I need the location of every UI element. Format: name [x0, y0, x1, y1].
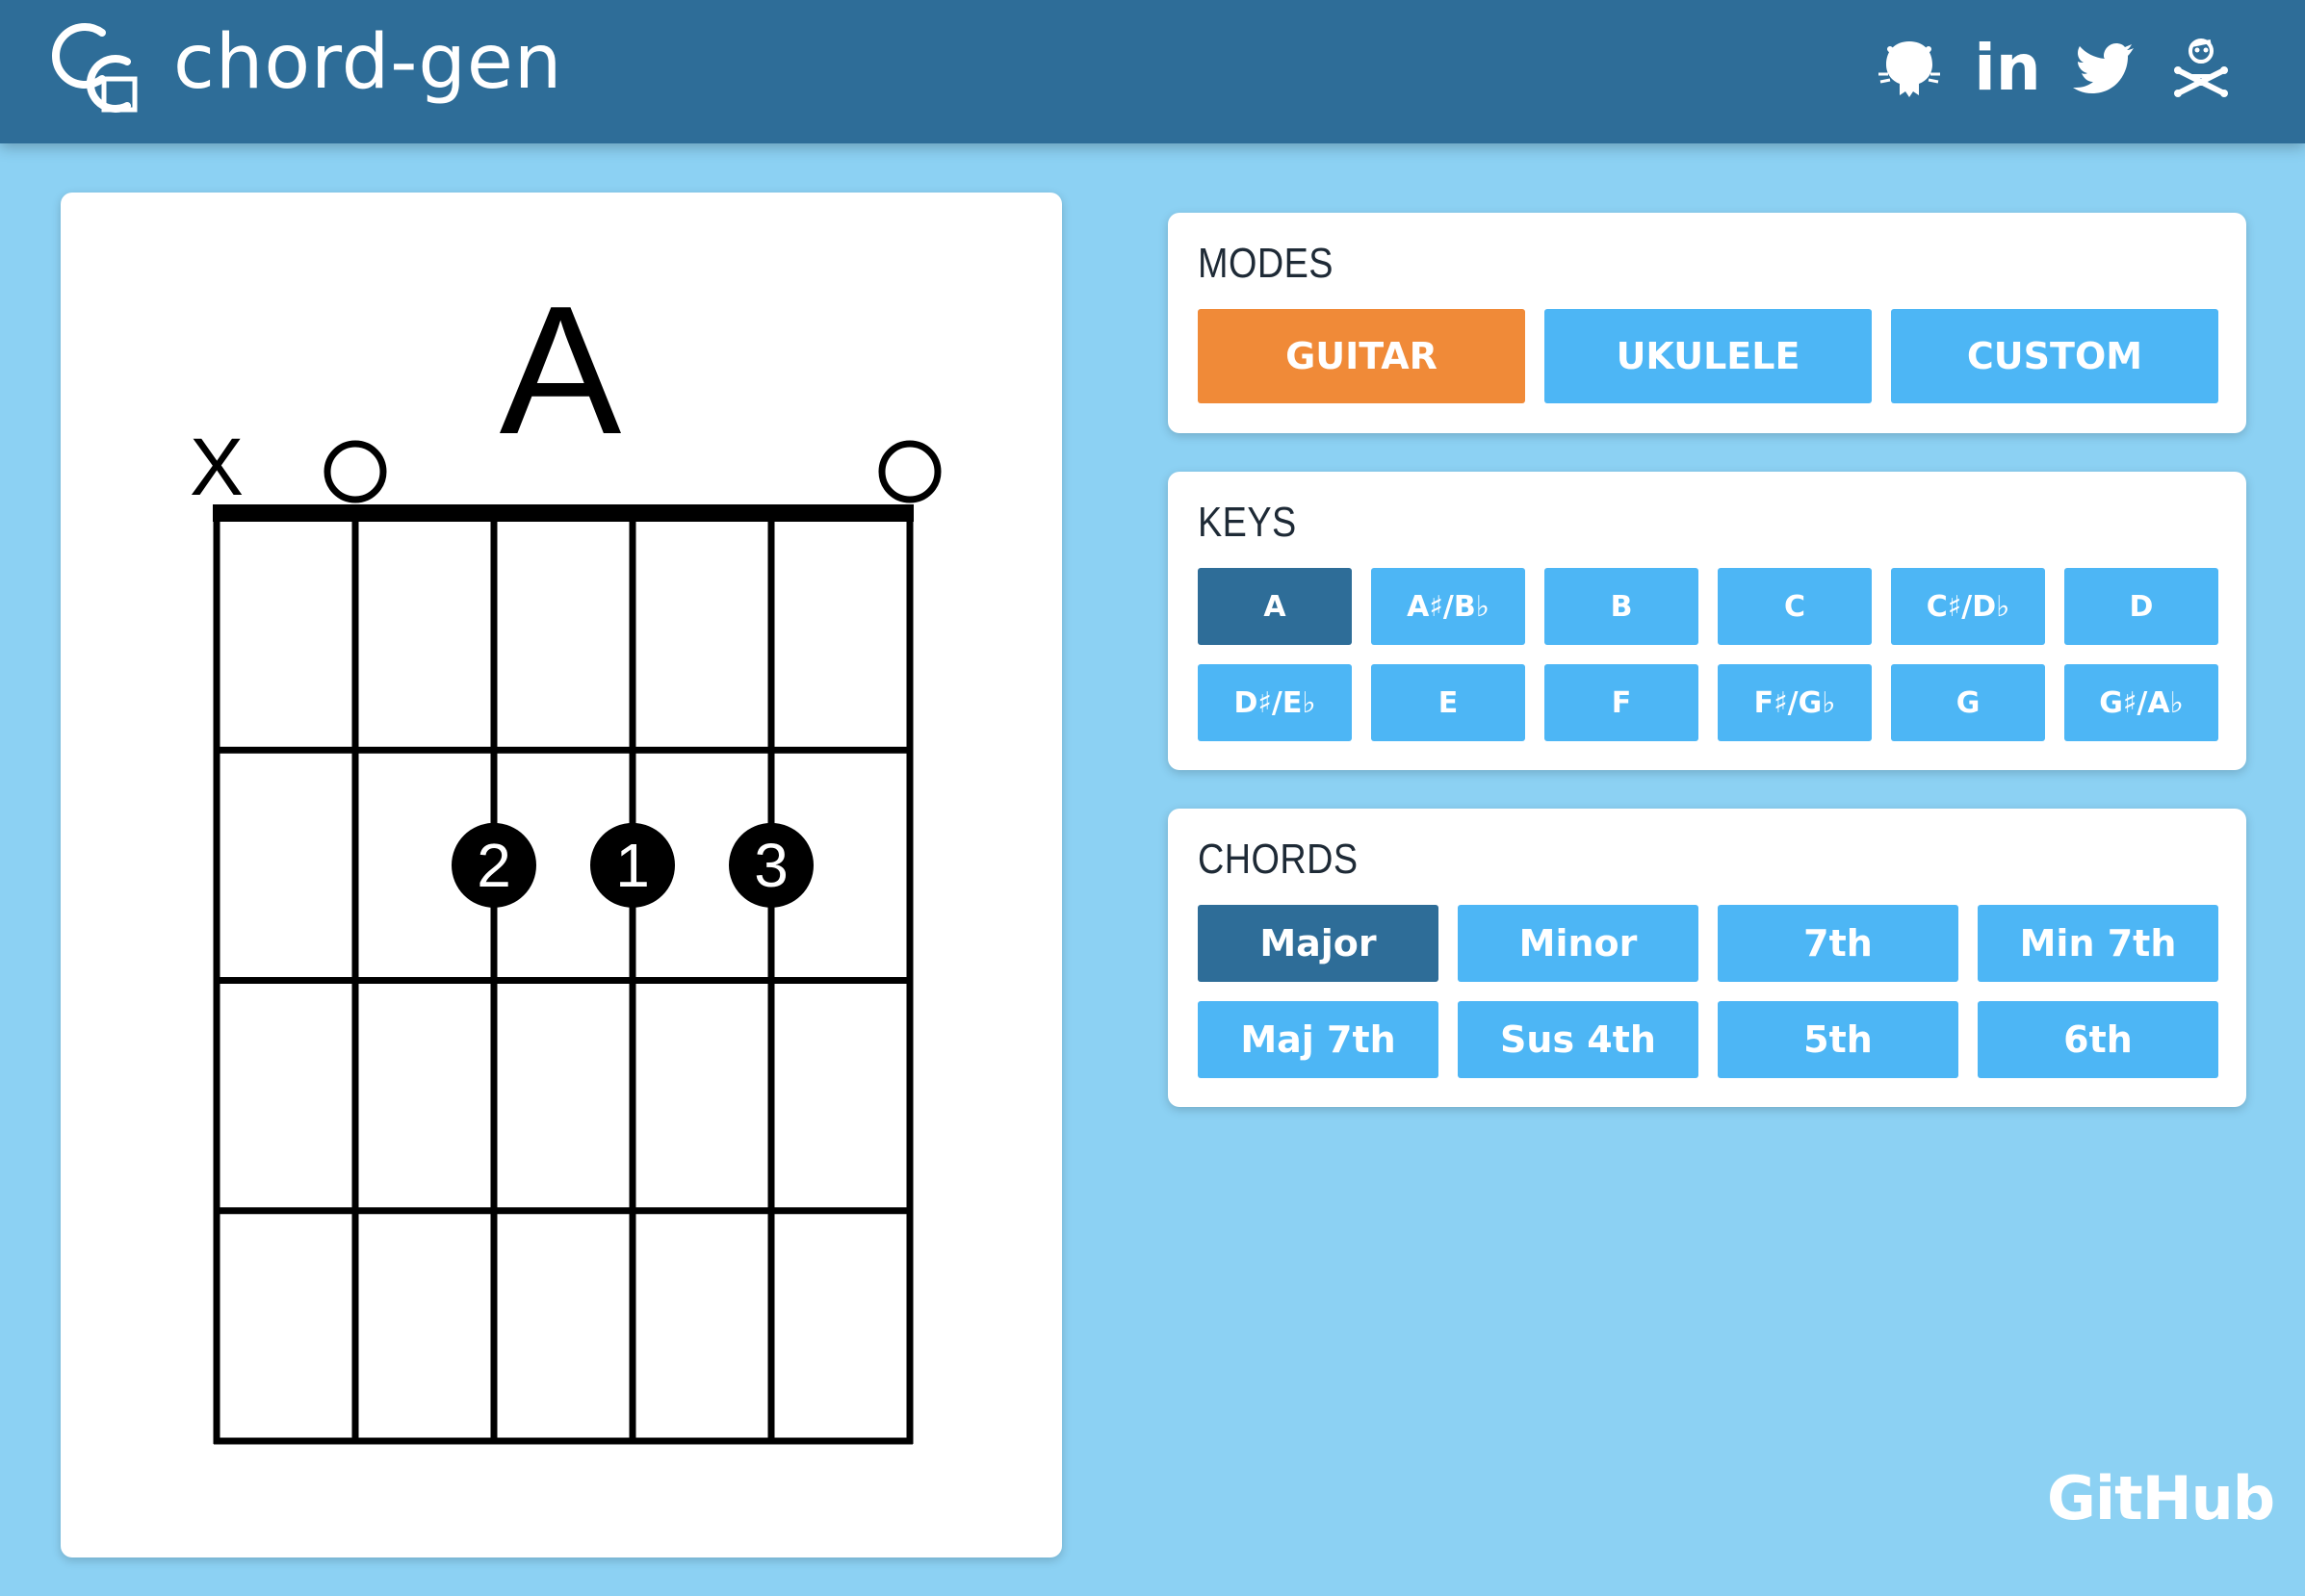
- modes-button-ukulele[interactable]: UKULELE: [1544, 309, 1872, 403]
- linkedin-icon[interactable]: in: [1974, 35, 2041, 102]
- keys-button-g-sharp-a-flat[interactable]: G♯/A♭: [2064, 664, 2218, 741]
- keys-button-a[interactable]: A: [1198, 568, 1352, 645]
- chords-button-7th[interactable]: 7th: [1718, 905, 1958, 982]
- open-string-marker: [878, 440, 942, 503]
- skull-crossbones-icon[interactable]: [2166, 35, 2236, 102]
- chords-button-major[interactable]: Major: [1198, 905, 1438, 982]
- modes-panel: MODES GUITAR UKULELE CUSTOM: [1168, 213, 2246, 433]
- chord-name: A: [500, 269, 622, 473]
- chords-button-minor[interactable]: Minor: [1458, 905, 1698, 982]
- twitter-icon[interactable]: [2070, 35, 2137, 102]
- keys-button-e[interactable]: E: [1371, 664, 1525, 741]
- keys-button-f[interactable]: F: [1544, 664, 1698, 741]
- keys-button-g[interactable]: G: [1891, 664, 2045, 741]
- chords-button-sus-4th[interactable]: Sus 4th: [1458, 1001, 1698, 1078]
- app-title: chord-gen: [173, 19, 563, 106]
- chord-gen-logo-icon[interactable]: [46, 19, 142, 119]
- keys-button-b[interactable]: B: [1544, 568, 1698, 645]
- keys-title: KEYS: [1198, 499, 1297, 546]
- keys-button-a-sharp-b-flat[interactable]: A♯/B♭: [1371, 568, 1525, 645]
- keys-panel: KEYS A A♯/B♭ B C C♯/D♭ D D♯/E♭ E F F♯/G♭ G G♯/A♭: [1168, 472, 2246, 770]
- finger-label: 1: [615, 831, 650, 900]
- keys-button-d-sharp-e-flat[interactable]: D♯/E♭: [1198, 664, 1352, 741]
- chords-panel: CHORDS Major Minor 7th Min 7th Maj 7th Sus 4t…: [1168, 809, 2246, 1107]
- chords-button-min-7th[interactable]: Min 7th: [1978, 905, 2218, 982]
- finger-label: 3: [754, 831, 789, 900]
- keys-button-c-sharp-d-flat[interactable]: C♯/D♭: [1891, 568, 2045, 645]
- chords-button-maj-7th[interactable]: Maj 7th: [1198, 1001, 1438, 1078]
- nut: [213, 504, 914, 522]
- linkedin-label: in: [1974, 31, 2041, 105]
- keys-button-d[interactable]: D: [2064, 568, 2218, 645]
- finger-label: 2: [477, 831, 511, 900]
- chords-button-5th[interactable]: 5th: [1718, 1001, 1958, 1078]
- github-link[interactable]: GitHub: [2047, 1463, 2275, 1533]
- modes-button-custom[interactable]: CUSTOM: [1891, 309, 2218, 403]
- muted-string-marker: X: [190, 422, 244, 512]
- app-header: chord-gen in: [0, 0, 2305, 143]
- github-icon[interactable]: [1876, 35, 1943, 102]
- chords-button-6th[interactable]: 6th: [1978, 1001, 2218, 1078]
- keys-button-f-sharp-g-flat[interactable]: F♯/G♭: [1718, 664, 1872, 741]
- modes-title: MODES: [1198, 240, 1334, 287]
- chord-diagram: A X 2 1 3: [190, 269, 942, 1445]
- keys-button-c[interactable]: C: [1718, 568, 1872, 645]
- chords-title: CHORDS: [1198, 836, 1359, 883]
- open-string-marker: [324, 440, 387, 503]
- modes-button-guitar[interactable]: GUITAR: [1198, 309, 1525, 403]
- chord-diagram-card: A X 2 1 3: [61, 193, 1062, 1557]
